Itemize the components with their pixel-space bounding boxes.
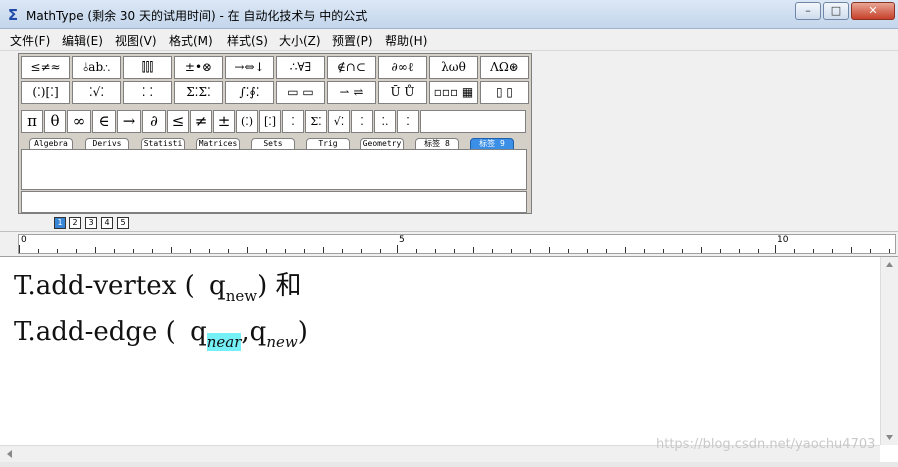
scroll-down-icon: [886, 435, 893, 440]
window-title: MathType (剩余 30 天的试用时间) - 在 自动化技术与 中的公式: [26, 9, 368, 23]
theta-symbol-button[interactable]: θ: [44, 110, 66, 133]
size-1-button[interactable]: 1: [54, 217, 66, 229]
set-theory-palette-button[interactable]: ∉∩⊂: [327, 56, 376, 79]
size-3-button[interactable]: 3: [85, 217, 97, 229]
scroll-left-icon: [7, 450, 12, 458]
summation-templates-button[interactable]: Σ⁚Σ⁚: [174, 81, 223, 104]
ruler-scale[interactable]: 0 5 10: [18, 234, 896, 254]
tab-content-shelf[interactable]: [21, 149, 527, 190]
ruler-mark-5: 5: [399, 235, 405, 245]
parentheses-template-button[interactable]: (⁚): [236, 110, 258, 133]
fraction-radical-templates-button[interactable]: ⁚√⁚: [72, 81, 121, 104]
menu-edit[interactable]: 编辑(E): [62, 32, 103, 49]
mathtype-app-icon[interactable]: Σ: [5, 7, 21, 23]
menu-format[interactable]: 格式(M): [169, 32, 213, 49]
ruler-mark-10: 10: [777, 235, 789, 245]
greek-upper-palette-button[interactable]: ΛΩ⊛: [480, 56, 529, 79]
eq2-subscript-selected[interactable]: near: [206, 333, 242, 351]
equation-line-1[interactable]: T.add-vertex ( qnew) 和: [14, 265, 302, 305]
labeled-arrow-templates-button[interactable]: ⇀ ⇌: [327, 81, 376, 104]
menu-style[interactable]: 样式(S): [227, 32, 268, 49]
brackets-template-button[interactable]: [⁚]: [259, 110, 281, 133]
right-arrow-symbol-button[interactable]: →: [117, 110, 141, 133]
menu-file[interactable]: 文件(F): [10, 32, 50, 49]
equation-line-2[interactable]: T.add-edge ( qnear,qnew): [14, 317, 308, 351]
eq1-subscript: new: [225, 287, 258, 305]
ruler: 0 5 10: [0, 231, 898, 257]
matrix-templates-button[interactable]: ▫▫▫ ▦: [429, 81, 478, 104]
vertical-scrollbar[interactable]: [880, 257, 898, 445]
close-button[interactable]: ✕: [851, 2, 895, 20]
subscript-superscript-templates-button[interactable]: ⁚ ⁚: [123, 81, 172, 104]
products-set-theory-templates-button[interactable]: Ū Ů: [378, 81, 427, 104]
title-bar: Σ MathType (剩余 30 天的试用时间) - 在 自动化技术与 中的公…: [0, 0, 898, 29]
toolbar-area: ≤≠≈ ⫰ab∴ ⫿⫿⫿ ±•⊗ →⇔↓ ∴∀∃ ∉∩⊂ ∂∞ℓ λωθ ΛΩ⊛…: [0, 51, 898, 215]
less-equal-symbol-button[interactable]: ≤: [167, 110, 189, 133]
embellishments-palette-button[interactable]: ⫿⫿⫿: [123, 56, 172, 79]
eq2-subscript-2: new: [266, 333, 298, 351]
subscript-template-button[interactable]: ⁚.: [374, 110, 396, 133]
eq2-prefix: T.add-edge (: [14, 317, 176, 347]
minimize-button[interactable]: –: [795, 2, 821, 20]
symbol-palette: ≤≠≈ ⫰ab∴ ⫿⫿⫿ ±•⊗ →⇔↓ ∴∀∃ ∉∩⊂ ∂∞ℓ λωθ ΛΩ⊛…: [18, 53, 532, 214]
logic-palette-button[interactable]: ∴∀∃: [276, 56, 325, 79]
empty-symbol-slot[interactable]: [420, 110, 526, 133]
menu-help[interactable]: 帮助(H): [385, 32, 427, 49]
eq2-suffix: ): [297, 317, 308, 347]
scroll-arrows: [886, 262, 893, 440]
scroll-left-arrow[interactable]: [0, 446, 20, 462]
box-templates-button[interactable]: ▯ ▯: [480, 81, 529, 104]
eq1-var: q: [209, 271, 226, 301]
integral-templates-button[interactable]: ∫⁚∮⁚: [225, 81, 274, 104]
fraction-template-button[interactable]: ⁚: [282, 110, 304, 133]
fence-templates-button[interactable]: (⁚)[⁚]: [21, 81, 70, 104]
superscript-template-button[interactable]: ⁚: [351, 110, 373, 133]
equation-editor[interactable]: T.add-vertex ( qnew) 和 T.add-edge ( qnea…: [0, 257, 880, 445]
maximize-button[interactable]: □: [823, 2, 849, 20]
not-equal-symbol-button[interactable]: ≠: [190, 110, 212, 133]
plus-minus-symbol-button[interactable]: ±: [213, 110, 235, 133]
square-root-template-button[interactable]: √⁚: [328, 110, 350, 133]
operators-palette-button[interactable]: ±•⊗: [174, 56, 223, 79]
infinity-symbol-button[interactable]: ∞: [67, 110, 91, 133]
relations-palette-button[interactable]: ≤≠≈: [21, 56, 70, 79]
underbar-overbar-templates-button[interactable]: ▭ ▭: [276, 81, 325, 104]
element-of-symbol-button[interactable]: ∈: [92, 110, 116, 133]
menu-preferences[interactable]: 预置(P): [332, 32, 373, 49]
partial-symbol-button[interactable]: ∂: [142, 110, 166, 133]
eq2-var1: q: [190, 317, 207, 347]
pi-symbol-button[interactable]: π: [21, 110, 43, 133]
scroll-up-icon: [886, 262, 893, 267]
eq2-var2: q: [249, 317, 267, 347]
misc-symbols-palette-button[interactable]: ∂∞ℓ: [378, 56, 427, 79]
summation-template-button[interactable]: Σ⁚: [305, 110, 327, 133]
menu-size[interactable]: 大小(Z): [279, 32, 321, 49]
greek-lower-palette-button[interactable]: λωθ: [429, 56, 478, 79]
size-5-button[interactable]: 5: [117, 217, 129, 229]
eq2-comma: ,: [241, 317, 250, 347]
size-toolbar: 1 2 3 4 5: [0, 215, 898, 231]
menu-bar: 文件(F) 编辑(E) 视图(V) 格式(M) 样式(S) 大小(Z) 预置(P…: [0, 29, 898, 51]
spaces-ellipses-palette-button[interactable]: ⫰ab∴: [72, 56, 121, 79]
watermark-url: https://blog.csdn.net/yaochu4703: [656, 437, 876, 452]
ruler-ticks: [19, 245, 890, 253]
menu-view[interactable]: 视图(V): [115, 32, 157, 49]
size-4-button[interactable]: 4: [101, 217, 113, 229]
size-2-button[interactable]: 2: [69, 217, 81, 229]
status-bar: [0, 462, 898, 467]
ruler-mark-0: 0: [21, 235, 27, 245]
sub-superscript-template-button[interactable]: ⁚: [397, 110, 419, 133]
arrows-palette-button[interactable]: →⇔↓: [225, 56, 274, 79]
eq1-prefix: T.add-vertex (: [14, 271, 195, 301]
tab-content-shelf-2[interactable]: [21, 191, 527, 213]
eq1-suffix: ) 和: [257, 271, 302, 301]
